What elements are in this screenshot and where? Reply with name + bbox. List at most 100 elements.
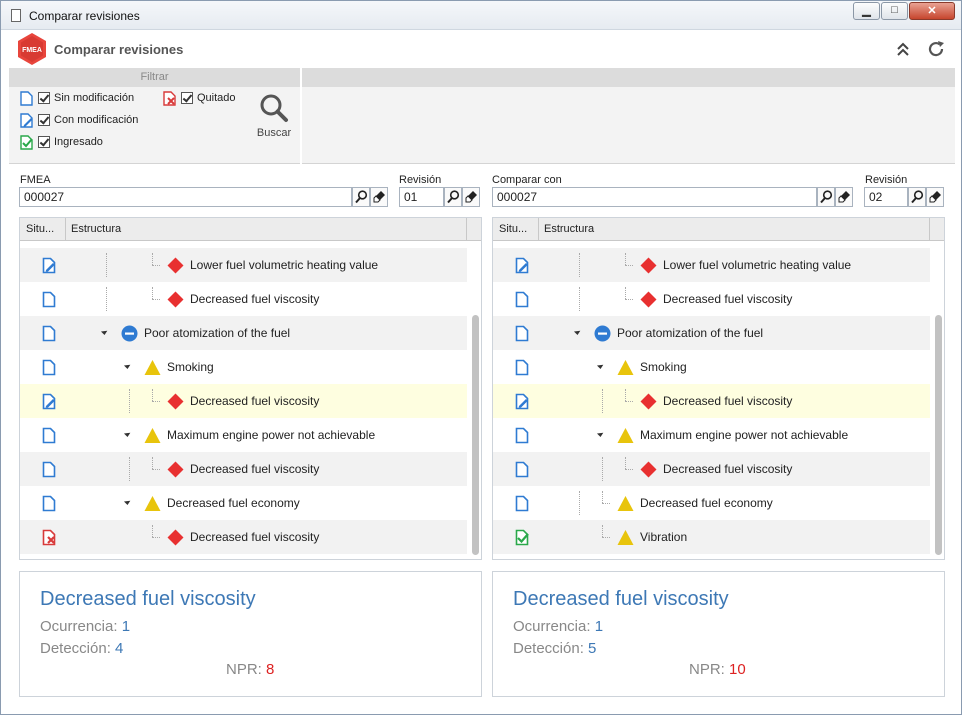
left-detail-panel: Decreased fuel viscosity Ocurrencia: 1 D… <box>19 571 482 697</box>
search-button[interactable]: Buscar <box>253 92 295 142</box>
table-row[interactable]: Maximum engine power not achievable <box>20 418 467 452</box>
tree-guide-line <box>152 537 160 538</box>
table-row[interactable]: Smoking <box>20 350 467 384</box>
doc-unchanged-icon <box>515 495 529 512</box>
table-row[interactable]: Decreased fuel viscosity <box>20 282 467 316</box>
cause-diamond-icon <box>640 461 657 478</box>
compare-input[interactable]: 000027 <box>492 187 817 207</box>
filter-modified[interactable]: Con modificación <box>20 112 138 128</box>
table-row[interactable]: Decreased fuel viscosity <box>20 384 467 418</box>
right-grid-header: Situ... Estructura <box>493 218 944 241</box>
tree-guide-line <box>152 401 160 402</box>
right-col-situation[interactable]: Situ... <box>493 218 539 241</box>
table-row[interactable]: Decreased fuel viscosity <box>493 282 930 316</box>
expand-toggle-icon[interactable] <box>123 361 132 370</box>
expand-toggle-icon[interactable] <box>123 429 132 438</box>
close-button[interactable]: ✕ <box>909 2 955 20</box>
expand-toggle-icon[interactable] <box>123 497 132 506</box>
table-row[interactable]: Poor atomization of the fuel <box>493 316 930 350</box>
left-occurrence: Ocurrencia: 1 <box>40 618 130 635</box>
right-structure-grid: Situ... Estructura Lower fuel volumetric… <box>492 217 945 560</box>
expand-toggle-icon[interactable] <box>596 361 605 370</box>
collapse-icon[interactable] <box>895 41 911 57</box>
checkbox-modified[interactable] <box>38 114 50 126</box>
tree-guide-line <box>602 537 610 538</box>
tree-guide-line <box>625 389 626 401</box>
window-controls: ▁ □ ✕ <box>852 2 955 20</box>
expand-toggle-icon[interactable] <box>100 327 109 336</box>
tree-guide-line <box>579 253 580 277</box>
expand-toggle-icon[interactable] <box>573 327 582 336</box>
left-col-structure[interactable]: Estructura <box>66 218 467 241</box>
filter-added-label: Ingresado <box>54 136 103 148</box>
table-row[interactable]: Lower fuel volumetric heating value <box>493 248 930 282</box>
table-row[interactable]: Decreased fuel economy <box>20 486 467 520</box>
right-detection: Detección: 5 <box>513 640 596 657</box>
table-row[interactable]: Maximum engine power not achievable <box>493 418 930 452</box>
doc-modified-icon <box>42 393 56 410</box>
left-scrollbar[interactable] <box>472 315 479 555</box>
left-grid-body: Lower fuel volumetric heating value Decre… <box>20 241 467 559</box>
right-revision-lookup-button[interactable] <box>908 187 926 207</box>
cause-diamond-icon <box>640 291 657 308</box>
filter-removed[interactable]: Quitado <box>163 90 236 106</box>
checkbox-added[interactable] <box>38 136 50 148</box>
row-label: Decreased fuel viscosity <box>190 292 320 306</box>
lookup-icon <box>911 190 924 204</box>
fmea-clear-button[interactable] <box>370 187 388 207</box>
table-row[interactable]: Vibration <box>493 520 930 554</box>
filter-header-extension <box>302 68 955 87</box>
filter-unchanged[interactable]: Sin modificación <box>20 90 134 106</box>
left-revision-clear-button[interactable] <box>462 187 480 207</box>
table-row[interactable]: Poor atomization of the fuel <box>20 316 467 350</box>
table-row[interactable]: Lower fuel volumetric heating value <box>20 248 467 282</box>
row-label: Decreased fuel economy <box>167 496 300 510</box>
lookup-icon <box>820 190 833 204</box>
doc-unchanged-icon <box>515 461 529 478</box>
table-row[interactable]: Decreased fuel viscosity <box>20 520 467 554</box>
filter-divider <box>300 68 302 164</box>
compare-label: Comparar con <box>492 174 562 186</box>
checkbox-removed[interactable] <box>181 92 193 104</box>
fmea-logo: FMEA <box>18 33 46 65</box>
doc-modified-icon <box>515 257 529 274</box>
row-label: Decreased fuel viscosity <box>663 292 793 306</box>
tree-guide-line <box>129 389 130 413</box>
compare-clear-button[interactable] <box>835 187 853 207</box>
table-row[interactable]: Decreased fuel economy <box>493 486 930 520</box>
fmea-input[interactable]: 000027 <box>19 187 352 207</box>
expand-toggle-icon[interactable] <box>596 429 605 438</box>
compare-lookup-button[interactable] <box>817 187 835 207</box>
right-grid-body: Lower fuel volumetric heating value Decre… <box>493 241 930 559</box>
page-title: Comparar revisiones <box>54 42 184 57</box>
maximize-button[interactable]: □ <box>881 2 908 20</box>
table-row[interactable]: Smoking <box>493 350 930 384</box>
tree-guide-line <box>602 525 603 537</box>
left-col-situation[interactable]: Situ... <box>20 218 66 241</box>
right-col-structure[interactable]: Estructura <box>539 218 930 241</box>
table-row[interactable]: Decreased fuel viscosity <box>493 452 930 486</box>
checkbox-unchanged[interactable] <box>38 92 50 104</box>
search-icon <box>260 94 288 122</box>
filter-unchanged-label: Sin modificación <box>54 92 135 104</box>
right-scrollbar[interactable] <box>935 315 942 555</box>
left-occurrence-value: 1 <box>121 618 131 635</box>
left-revision-lookup-button[interactable] <box>444 187 462 207</box>
right-revision-input[interactable]: 02 <box>864 187 908 207</box>
lookup-icon <box>355 190 368 204</box>
cause-diamond-icon <box>640 393 657 410</box>
cause-diamond-icon <box>167 257 184 274</box>
right-detection-value: 5 <box>588 640 597 657</box>
app-header: FMEA Comparar revisiones <box>9 31 955 68</box>
doc-modified-icon <box>515 393 529 410</box>
doc-unchanged-icon <box>515 359 529 376</box>
filter-added[interactable]: Ingresado <box>20 134 103 150</box>
fmea-lookup-button[interactable] <box>352 187 370 207</box>
left-revision-input[interactable]: 01 <box>399 187 444 207</box>
doc-modified-icon <box>42 257 56 274</box>
minimize-button[interactable]: ▁ <box>853 2 880 20</box>
table-row[interactable]: Decreased fuel viscosity <box>20 452 467 486</box>
refresh-icon[interactable] <box>927 40 945 58</box>
right-revision-clear-button[interactable] <box>926 187 944 207</box>
table-row[interactable]: Decreased fuel viscosity <box>493 384 930 418</box>
